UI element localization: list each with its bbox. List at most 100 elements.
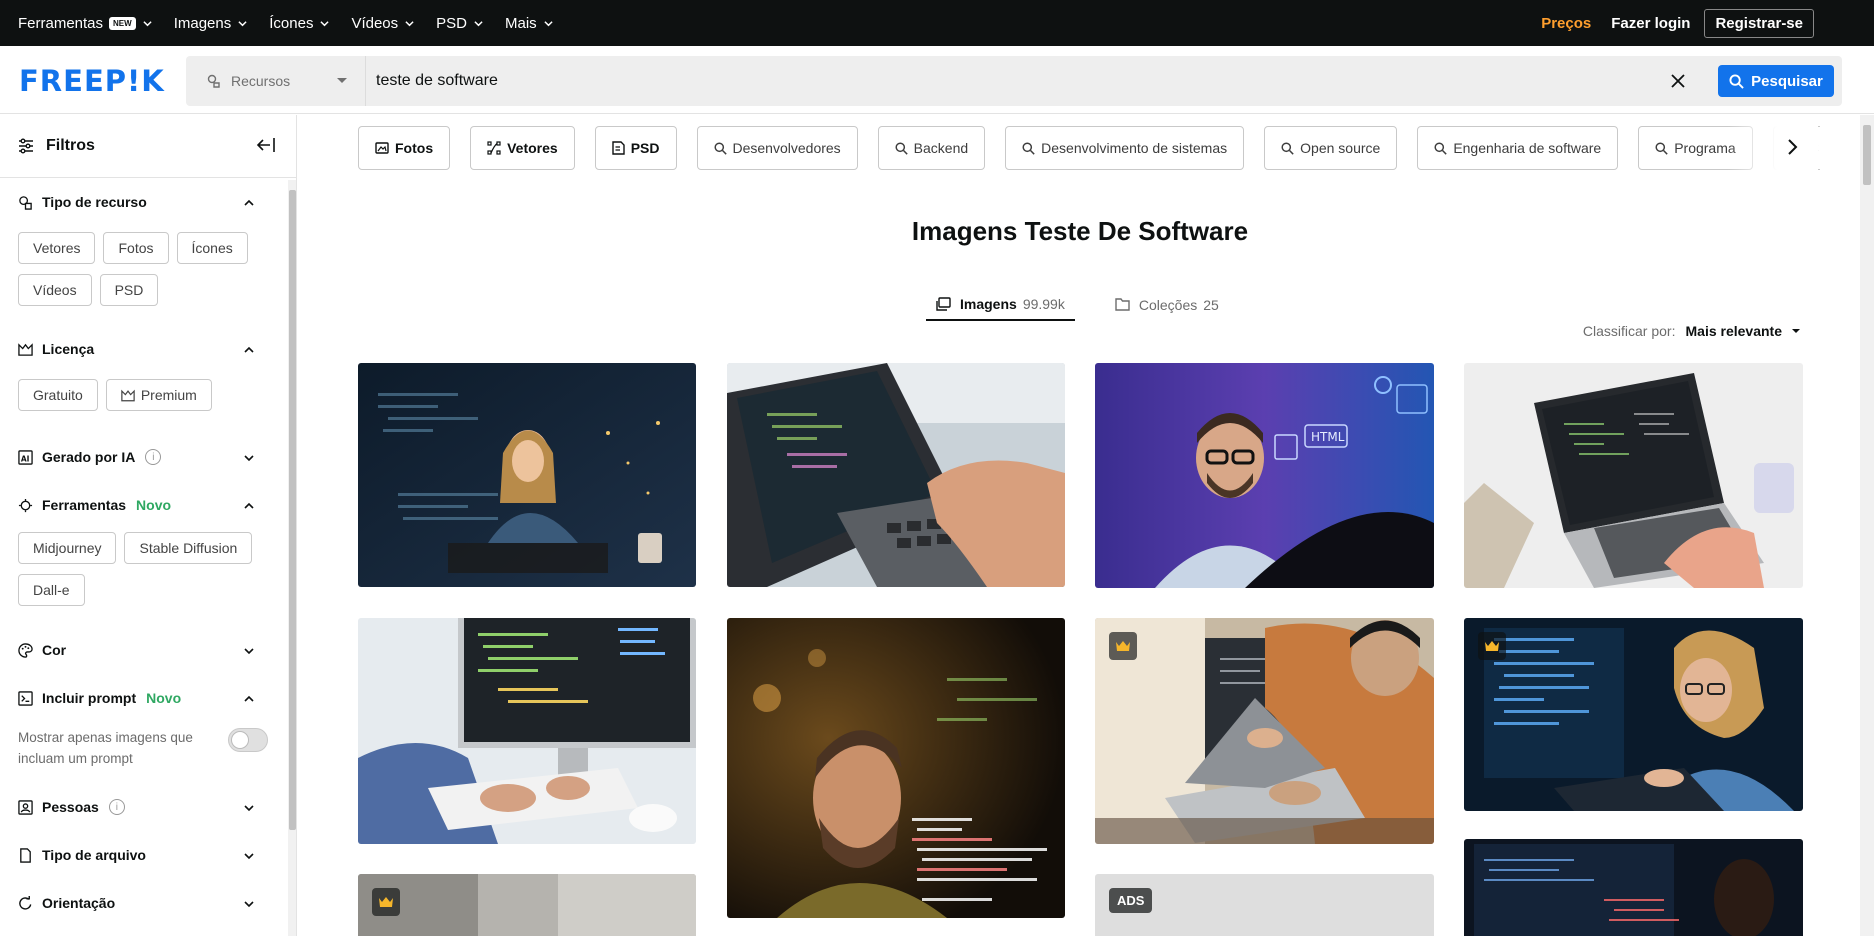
section-header[interactable]: Orientação	[0, 891, 288, 915]
nav-item-icones[interactable]: Ícones	[269, 14, 330, 32]
tag-label: Engenharia de software	[1453, 140, 1602, 156]
novo-badge: Novo	[136, 497, 172, 513]
sidebar-scrollbar[interactable]	[288, 180, 296, 936]
crown-icon	[379, 897, 393, 907]
tag-engenharia-de-software[interactable]: Engenharia de software	[1417, 126, 1619, 170]
section-header[interactable]: Incluir prompt Novo	[0, 686, 288, 710]
section-title: Ferramentas	[42, 497, 127, 513]
chevron-up-icon	[244, 502, 254, 509]
chevron-down-icon	[320, 20, 330, 26]
chip-stable-diffusion[interactable]: Stable Diffusion	[124, 532, 253, 564]
tab-colecoes[interactable]: Coleções 25	[1105, 288, 1229, 321]
image-card[interactable]	[1464, 363, 1803, 588]
chip-premium[interactable]: Premium	[105, 379, 212, 411]
nav-item-imagens[interactable]: Imagens	[174, 15, 248, 32]
section-title: Incluir prompt	[42, 690, 137, 706]
prompt-toggle[interactable]	[228, 728, 268, 752]
tag-desenvolvimento-de-sistemas[interactable]: Desenvolvimento de sistemas	[1005, 126, 1245, 170]
page-scrollbar[interactable]	[1860, 115, 1874, 936]
nav-item-ferramentas[interactable]: Ferramentas NEW	[18, 15, 152, 32]
new-badge: NEW	[109, 16, 136, 30]
chip-gratuito[interactable]: Gratuito	[18, 379, 98, 411]
chip-fotos[interactable]: Fotos	[103, 232, 169, 264]
freepik-logo[interactable]: FREEP!K	[19, 64, 165, 98]
filter-section-tools: Ferramentas Novo	[0, 493, 288, 517]
tag-label: Fotos	[395, 140, 434, 156]
prompt-icon	[18, 690, 33, 706]
rotate-icon	[19, 895, 32, 910]
section-header[interactable]: Ferramentas Novo	[0, 493, 288, 517]
search-icon	[1281, 141, 1294, 155]
info-icon[interactable]: i	[145, 449, 162, 465]
chevron-up-icon	[244, 346, 254, 353]
svg-text:HTML: HTML	[1311, 430, 1345, 444]
tag-psd[interactable]: PSD	[594, 126, 677, 170]
resources-icon	[207, 74, 220, 88]
chevron-down-icon	[544, 20, 553, 26]
section-title: Orientação	[42, 895, 116, 911]
crown-icon	[1116, 641, 1130, 651]
nav-item-label: Ícones	[269, 14, 314, 32]
image-card[interactable]	[358, 363, 696, 587]
login-link[interactable]: Fazer login	[1611, 15, 1690, 32]
nav-item-mais[interactable]: Mais	[505, 15, 553, 32]
section-header[interactable]: AI Gerado por IA i	[0, 445, 288, 469]
chip-vetores[interactable]: Vetores	[18, 232, 96, 264]
section-header[interactable]: Pessoas i	[0, 795, 288, 819]
image-card[interactable]	[1464, 618, 1803, 811]
chip-videos[interactable]: Vídeos	[18, 274, 92, 306]
tag-vetores[interactable]: Vetores	[470, 126, 575, 170]
search-icon	[713, 141, 727, 155]
resource-type-select[interactable]: Recursos	[186, 56, 366, 106]
section-header[interactable]: Tipo de arquivo	[0, 843, 288, 867]
search-button[interactable]: Pesquisar	[1718, 65, 1834, 97]
nav-item-psd[interactable]: PSD	[436, 15, 483, 32]
register-button[interactable]: Registrar-se	[1704, 8, 1814, 38]
image-card[interactable]	[1095, 618, 1434, 844]
image-card[interactable]	[727, 363, 1065, 587]
nav-item-videos[interactable]: Vídeos	[351, 15, 414, 32]
filter-section-license: Licença	[0, 337, 288, 361]
ad-card[interactable]: ADS	[1095, 874, 1434, 936]
chip-dalle[interactable]: Dall-e	[18, 574, 85, 606]
pricing-link[interactable]: Preços	[1541, 15, 1591, 32]
sidebar-scrollbar-thumb[interactable]	[289, 190, 296, 830]
chevron-right-icon[interactable]	[1785, 138, 1799, 156]
tag-backend[interactable]: Backend	[877, 126, 986, 170]
image-card[interactable]	[358, 874, 696, 936]
section-header[interactable]: Licença	[0, 337, 288, 361]
section-title: Cor	[42, 642, 67, 658]
sort-control[interactable]: Classificar por: Mais relevante	[1583, 323, 1800, 339]
section-header[interactable]: Tipo de recurso	[0, 190, 288, 214]
tag-desenvolvedores[interactable]: Desenvolvedores	[696, 126, 858, 170]
tag-fotos[interactable]: Fotos	[358, 126, 451, 170]
result-image	[1095, 618, 1434, 844]
tag-open-source[interactable]: Open source	[1264, 126, 1398, 170]
image-card[interactable]	[727, 618, 1065, 918]
chevron-down-icon	[244, 901, 254, 908]
info-icon[interactable]: i	[108, 799, 125, 815]
image-card[interactable]: HTML	[1095, 363, 1434, 588]
section-title: Gerado por IA	[42, 449, 136, 465]
nav-item-label: Mais	[505, 14, 537, 32]
search-button-label: Pesquisar	[1751, 72, 1823, 90]
tab-imagens[interactable]: Imagens 99.99k	[926, 288, 1075, 321]
page-scrollbar-thumb[interactable]	[1863, 125, 1871, 185]
image-card[interactable]	[1464, 839, 1803, 936]
result-image	[358, 618, 696, 844]
chip-icones[interactable]: Ícones	[176, 232, 248, 264]
collapse-sidebar-icon[interactable]	[256, 137, 276, 153]
caret-down-icon	[1792, 329, 1800, 333]
result-image	[1464, 363, 1803, 588]
filter-section-prompt: Incluir prompt Novo	[0, 686, 288, 710]
tab-count: 25	[1203, 296, 1219, 313]
filter-section-resource-type: Tipo de recurso	[0, 190, 288, 214]
section-header[interactable]: Cor	[0, 638, 288, 662]
clear-search-button[interactable]	[1658, 56, 1698, 106]
search-input[interactable]	[366, 56, 1658, 106]
tools-icon	[18, 498, 33, 512]
chip-midjourney[interactable]: Midjourney	[18, 532, 117, 564]
image-card[interactable]	[358, 618, 696, 844]
chip-psd[interactable]: PSD	[99, 274, 159, 306]
chevron-down-icon	[143, 20, 152, 26]
